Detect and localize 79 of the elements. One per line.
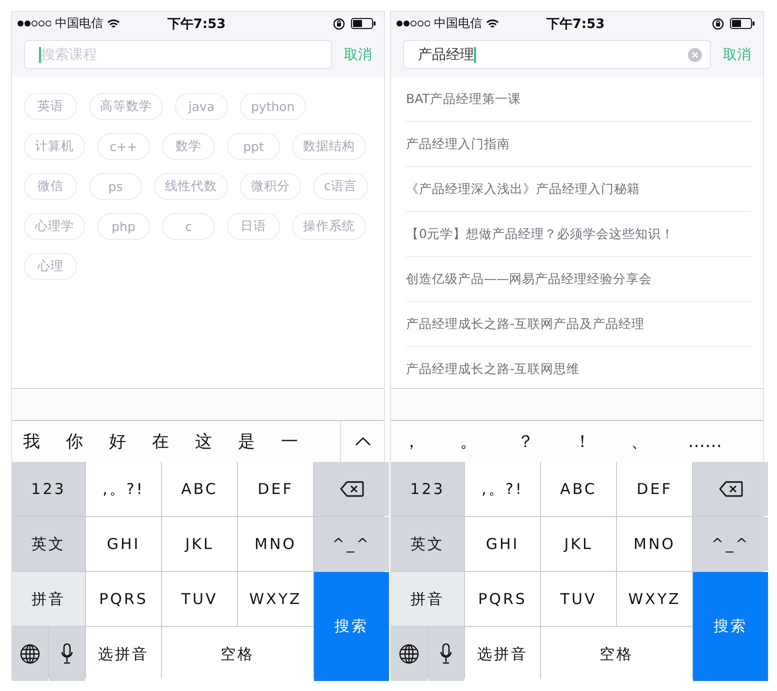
candidate-word[interactable]: 这 bbox=[184, 430, 227, 453]
keyboard-key[interactable]: DEF bbox=[617, 462, 692, 516]
input-mode-key[interactable]: 拼音 bbox=[391, 572, 464, 626]
result-item[interactable]: BAT产品经理第一课 bbox=[406, 77, 751, 122]
candidate-word[interactable]: 、 bbox=[619, 430, 676, 453]
globe-icon bbox=[20, 644, 40, 664]
globe-key[interactable] bbox=[391, 627, 427, 681]
candidate-word[interactable]: ！ bbox=[562, 430, 619, 453]
candidate-word[interactable]: 好 bbox=[98, 430, 141, 453]
globe-icon bbox=[399, 644, 419, 664]
search-field[interactable]: 产品经理 bbox=[403, 40, 711, 69]
signal-icon bbox=[17, 20, 51, 27]
candidate-word[interactable]: 。 bbox=[448, 430, 505, 453]
keyboard-key[interactable]: GHI bbox=[86, 517, 161, 571]
space-key[interactable]: 空格 bbox=[541, 627, 692, 681]
rotation-lock-icon bbox=[333, 18, 345, 30]
carrier-name: 中国电信 bbox=[55, 15, 103, 32]
wifi-icon bbox=[486, 18, 499, 28]
search-key[interactable]: 搜索 bbox=[693, 572, 768, 681]
backspace-key[interactable] bbox=[693, 462, 768, 516]
microphone-icon bbox=[440, 643, 452, 665]
result-item[interactable]: 产品经理入门指南 bbox=[406, 122, 751, 167]
keyboard-key[interactable]: TUV bbox=[162, 572, 237, 626]
input-mode-key[interactable]: 123 bbox=[12, 462, 85, 516]
mic-key[interactable] bbox=[428, 627, 464, 681]
microphone-icon bbox=[61, 643, 73, 665]
keyboard-key[interactable]: GHI bbox=[465, 517, 540, 571]
emoticon-key[interactable]: ^_^ bbox=[693, 517, 768, 571]
candidate-word[interactable]: 在 bbox=[141, 430, 184, 453]
backspace-icon bbox=[718, 481, 742, 497]
backspace-icon bbox=[340, 481, 364, 497]
keyboard-key[interactable]: ,。?! bbox=[465, 462, 540, 516]
battery-icon bbox=[730, 18, 755, 29]
input-mode-key[interactable]: 英文 bbox=[391, 517, 464, 571]
keyboard-key[interactable]: ,。?! bbox=[86, 462, 161, 516]
status-time: 下午7:53 bbox=[546, 16, 605, 32]
input-mode-key[interactable]: 英文 bbox=[12, 517, 85, 571]
input-mode-key[interactable]: 拼音 bbox=[12, 572, 85, 626]
search-key[interactable]: 搜索 bbox=[314, 572, 389, 681]
carrier-name: 中国电信 bbox=[434, 15, 482, 32]
keyboard-key[interactable]: TUV bbox=[541, 572, 616, 626]
signal-icon bbox=[396, 20, 430, 27]
candidate-word[interactable]: …… bbox=[676, 432, 733, 452]
candidate-word[interactable]: 我 bbox=[12, 430, 55, 453]
backspace-key[interactable] bbox=[314, 462, 389, 516]
status-time: 下午7:53 bbox=[167, 16, 226, 32]
keyboard-key[interactable]: ABC bbox=[541, 462, 616, 516]
result-item[interactable]: 创造亿级产品——网易产品经理经验分享会 bbox=[406, 257, 751, 302]
result-item[interactable]: 产品经理成长之路-互联网产品及产品经理 bbox=[406, 302, 751, 347]
keyboard-key[interactable]: MNO bbox=[617, 517, 692, 571]
space-key[interactable]: 空格 bbox=[162, 627, 313, 681]
rotation-lock-icon bbox=[712, 18, 724, 30]
keyboard-key[interactable]: JKL bbox=[162, 517, 237, 571]
candidate-word[interactable]: ， bbox=[391, 430, 448, 453]
keyboard-key[interactable]: WXYZ bbox=[238, 572, 313, 626]
keyboard-key[interactable]: 选拼音 bbox=[86, 627, 161, 681]
keyboard-key[interactable]: MNO bbox=[238, 517, 313, 571]
mic-key[interactable] bbox=[49, 627, 85, 681]
keyboard-key[interactable]: 选拼音 bbox=[465, 627, 540, 681]
keyboard-key[interactable]: DEF bbox=[238, 462, 313, 516]
candidate-word[interactable]: ？ bbox=[505, 430, 562, 453]
result-item[interactable]: 【0元学】想做产品经理？必须学会这些知识！ bbox=[406, 212, 751, 257]
keyboard-key[interactable]: PQRS bbox=[86, 572, 161, 626]
keyboard-key[interactable]: ABC bbox=[162, 462, 237, 516]
wifi-icon bbox=[107, 18, 120, 28]
result-item[interactable]: 《产品经理深入浅出》产品经理入门秘籍 bbox=[406, 167, 751, 212]
chevron-up-icon bbox=[354, 437, 370, 446]
candidate-word[interactable]: 是 bbox=[227, 430, 270, 453]
input-mode-key[interactable]: 123 bbox=[391, 462, 464, 516]
keyboard-key[interactable]: WXYZ bbox=[617, 572, 692, 626]
search-placeholder: 搜索课程 bbox=[41, 46, 98, 64]
emoticon-key[interactable]: ^_^ bbox=[314, 517, 389, 571]
keyboard-key[interactable]: JKL bbox=[541, 517, 616, 571]
globe-key[interactable] bbox=[12, 627, 48, 681]
candidate-word[interactable]: 你 bbox=[55, 430, 98, 453]
candidate-word[interactable]: 一 bbox=[270, 430, 313, 453]
search-text: 产品经理 bbox=[418, 46, 474, 64]
battery-icon bbox=[351, 18, 376, 29]
keyboard-key[interactable]: PQRS bbox=[465, 572, 540, 626]
